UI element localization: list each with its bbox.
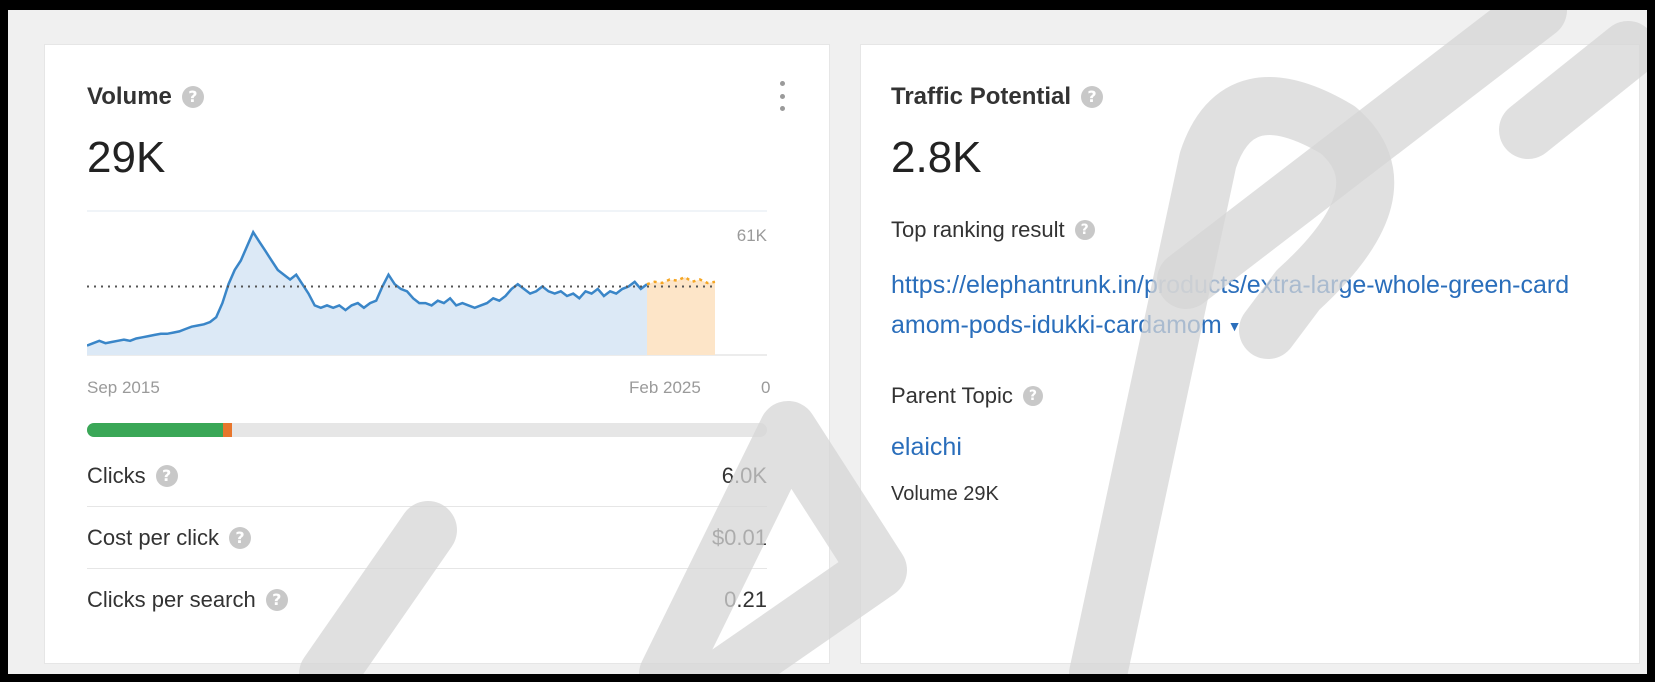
volume-title: Volume bbox=[87, 83, 172, 110]
help-icon[interactable]: ? bbox=[265, 589, 288, 611]
clicks-ratio-bar bbox=[87, 423, 767, 437]
more-options-icon[interactable] bbox=[777, 81, 787, 111]
help-icon[interactable]: ? bbox=[155, 464, 178, 487]
parent-topic-link[interactable]: elaichi bbox=[891, 433, 962, 462]
metric-row-cost-per-click: Cost per click ? $0.01 bbox=[87, 507, 767, 569]
forecast-area-fill bbox=[647, 277, 715, 355]
parent-topic-volume: Volume 29K bbox=[891, 483, 999, 505]
traffic-potential-value: 2.8K bbox=[891, 133, 982, 182]
metric-label: Cost per click bbox=[87, 524, 220, 550]
metric-value: 6.0K bbox=[721, 462, 767, 488]
y-max-label: 61K bbox=[737, 226, 768, 245]
x-end-label: Feb 2025 bbox=[629, 378, 701, 397]
help-icon[interactable]: ? bbox=[181, 86, 204, 108]
parent-topic-label-row: Parent Topic ? bbox=[891, 383, 1043, 409]
volume-chart-svg: 61K bbox=[87, 210, 768, 356]
paid-clicks-segment bbox=[87, 423, 223, 437]
volume-card: Volume ? 29K 61K Sep 2015 Feb 2025 0 Cli… bbox=[44, 44, 830, 664]
y-min-label: 0 bbox=[761, 378, 771, 397]
volume-value: 29K bbox=[87, 133, 166, 182]
metric-value: 0.21 bbox=[724, 587, 767, 612]
metric-value: $0.01 bbox=[711, 524, 767, 550]
metric-row-clicks: Clicks ? 6.0K bbox=[87, 445, 767, 507]
traffic-title-row: Traffic Potential ? bbox=[891, 83, 1104, 111]
metric-row-clicks-per-search: Clicks per search ? 0.21 bbox=[87, 569, 767, 631]
parent-topic-label: Parent Topic bbox=[891, 383, 1013, 408]
help-icon[interactable]: ? bbox=[1074, 220, 1095, 240]
traffic-potential-title: Traffic Potential bbox=[891, 83, 1072, 110]
caret-down-icon[interactable]: ▼ bbox=[1228, 318, 1242, 334]
metric-label: Clicks per search bbox=[87, 587, 256, 612]
x-start-label: Sep 2015 bbox=[87, 378, 160, 397]
traffic-potential-card: Traffic Potential ? 2.8K Top ranking res… bbox=[860, 44, 1640, 664]
top-ranking-result-label: Top ranking result bbox=[891, 217, 1065, 242]
metric-label: Clicks bbox=[87, 462, 146, 488]
top-ranking-url-link[interactable]: https://elephantrunk.in/products/extra-l… bbox=[891, 265, 1581, 346]
help-icon[interactable]: ? bbox=[1022, 386, 1043, 406]
organic-clicks-segment bbox=[223, 423, 232, 437]
volume-chart[interactable]: 61K bbox=[87, 205, 787, 395]
help-icon[interactable]: ? bbox=[1081, 86, 1104, 108]
top-ranking-result-label-row: Top ranking result ? bbox=[891, 217, 1095, 243]
volume-title-row: Volume ? bbox=[87, 83, 204, 111]
help-icon[interactable]: ? bbox=[229, 526, 252, 549]
screenshot-frame: Volume ? 29K 61K Sep 2015 Feb 2025 0 Cli… bbox=[8, 10, 1647, 674]
